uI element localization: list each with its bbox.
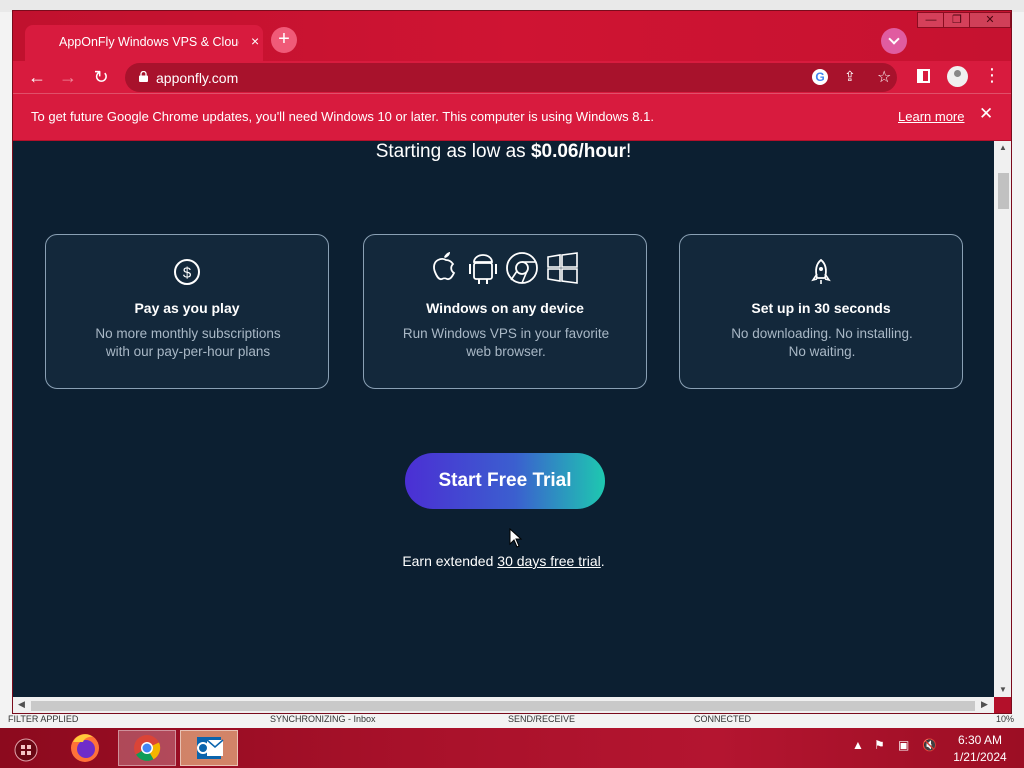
- feature-card-pay: $ Pay as you play No more monthly subscr…: [45, 234, 329, 389]
- start-free-trial-button[interactable]: Start Free Trial: [405, 453, 605, 509]
- tab-strip: AppOnFly Windows VPS & Cloud × + — ❐ ✕: [13, 11, 1011, 61]
- platforms-icons: [364, 249, 646, 284]
- card-description-line: No waiting.: [788, 344, 856, 359]
- firefox-icon[interactable]: [56, 730, 114, 766]
- card-title: Pay as you play: [134, 300, 240, 316]
- chrome-logo-icon: [506, 252, 538, 284]
- background-window-left-edge: [0, 12, 12, 720]
- chrome-icon[interactable]: [118, 730, 176, 766]
- horizontal-scrollbar[interactable]: ◀ ▶: [13, 697, 994, 713]
- filter-status: FILTER APPLIED: [8, 714, 79, 724]
- side-panel-icon[interactable]: [917, 69, 930, 83]
- scroll-left-icon[interactable]: ◀: [18, 699, 25, 710]
- infobar-close-icon[interactable]: ✕: [979, 104, 993, 124]
- scroll-down-icon[interactable]: ▼: [999, 685, 1007, 694]
- svg-text:$: $: [183, 265, 192, 282]
- vertical-scroll-thumb[interactable]: [998, 173, 1009, 209]
- reload-icon[interactable]: ↻: [89, 66, 113, 88]
- scroll-right-icon[interactable]: ▶: [981, 699, 988, 710]
- google-icon[interactable]: G: [812, 69, 828, 85]
- tab-title: AppOnFly Windows VPS & Cloud: [59, 35, 239, 49]
- minimize-button[interactable]: —: [917, 12, 945, 28]
- zoom-level: 10%: [996, 714, 1015, 724]
- headline-suffix: !: [626, 141, 632, 162]
- address-bar[interactable]: apponfly.com G ⇪ ☆: [125, 63, 897, 92]
- clock-time[interactable]: 6:30 AM: [948, 733, 1012, 747]
- page-viewport: Starting as low as $0.06/hour! $ Pay as …: [13, 141, 994, 697]
- connection-status: CONNECTED: [694, 714, 752, 724]
- card-description: No downloading. No installing. No waitin…: [700, 325, 944, 361]
- feature-card-setup: Set up in 30 seconds No downloading. No …: [679, 234, 963, 389]
- start-orb-icon[interactable]: [4, 730, 48, 766]
- pricing-headline: Starting as low as $0.06/hour!: [13, 141, 994, 163]
- learn-more-link[interactable]: Learn more: [898, 109, 964, 124]
- card-description-line: No downloading. No installing.: [731, 326, 913, 341]
- chrome-window: AppOnFly Windows VPS & Cloud × + — ❐ ✕ ←…: [12, 10, 1012, 714]
- background-window-right-edge: [1012, 12, 1024, 720]
- infobar-message: To get future Google Chrome updates, you…: [31, 109, 654, 124]
- url-text[interactable]: apponfly.com: [156, 70, 238, 86]
- sync-status: SYNCHRONIZING - Inbox: [270, 714, 376, 724]
- headline-prefix: Starting as low as: [375, 141, 531, 162]
- star-icon[interactable]: ☆: [877, 67, 891, 87]
- browser-toolbar: ← → ↻ apponfly.com G ⇪ ☆ ⋮: [13, 61, 1011, 93]
- show-hidden-icons-icon[interactable]: ▲: [852, 738, 864, 752]
- forward-arrow-icon[interactable]: →: [56, 66, 80, 88]
- scroll-up-icon[interactable]: ▲: [999, 143, 1007, 152]
- dollar-coin-icon: $: [46, 257, 328, 291]
- outlook-status-bar: FILTER APPLIED SYNCHRONIZING - Inbox SEN…: [0, 714, 1024, 728]
- card-description-line: web browser.: [466, 344, 546, 359]
- close-window-button[interactable]: ✕: [969, 12, 1011, 28]
- card-description-line: with our pay-per-hour plans: [105, 344, 271, 359]
- new-tab-button[interactable]: +: [271, 27, 297, 53]
- headline-price: $0.06/hour: [530, 141, 626, 162]
- mouse-cursor-icon: [509, 528, 523, 548]
- feature-card-devices: Windows on any device Run Windows VPS in…: [363, 234, 647, 389]
- rocket-icon: [680, 257, 962, 291]
- share-icon[interactable]: ⇪: [844, 68, 856, 85]
- card-description: No more monthly subscriptions with our p…: [66, 325, 310, 361]
- trial-note: Earn extended 30 days free trial.: [13, 553, 994, 569]
- maximize-button[interactable]: ❐: [943, 12, 971, 28]
- trial-note-prefix: Earn extended: [402, 553, 498, 569]
- card-title: Set up in 30 seconds: [751, 300, 891, 316]
- android-icon: [469, 254, 497, 284]
- tab-search-icon[interactable]: [881, 28, 907, 54]
- tab-close-icon[interactable]: ×: [251, 33, 259, 49]
- windows-logo-icon: [547, 252, 578, 284]
- action-center-icon[interactable]: ⚑: [874, 738, 885, 752]
- menu-icon[interactable]: ⋮: [983, 65, 1001, 86]
- card-description-line: No more monthly subscriptions: [95, 326, 281, 341]
- network-icon[interactable]: ▣: [898, 738, 909, 752]
- trial-note-suffix: .: [600, 553, 605, 569]
- horizontal-scroll-thumb[interactable]: [31, 701, 975, 711]
- clock-date[interactable]: 1/21/2024: [948, 750, 1012, 764]
- send-receive-status: SEND/RECEIVE: [508, 714, 576, 724]
- vertical-scrollbar[interactable]: ▲ ▼: [994, 141, 1011, 697]
- taskbar: ▲ ⚑ ▣ 🔇 6:30 AM 1/21/2024: [0, 728, 1024, 768]
- free-trial-link[interactable]: 30 days free trial: [497, 553, 601, 569]
- apple-icon: [433, 252, 456, 281]
- volume-muted-icon[interactable]: 🔇: [922, 738, 937, 752]
- card-description: Run Windows VPS in your favorite web bro…: [384, 325, 628, 361]
- card-description-line: Run Windows VPS in your favorite: [402, 326, 610, 341]
- back-arrow-icon[interactable]: ←: [25, 66, 49, 88]
- update-infobar: To get future Google Chrome updates, you…: [13, 93, 1011, 140]
- profile-icon[interactable]: [947, 66, 968, 87]
- lock-icon[interactable]: [139, 71, 148, 82]
- outlook-icon[interactable]: [180, 730, 238, 766]
- tab-apponfly[interactable]: AppOnFly Windows VPS & Cloud ×: [25, 25, 263, 61]
- card-title: Windows on any device: [426, 300, 584, 316]
